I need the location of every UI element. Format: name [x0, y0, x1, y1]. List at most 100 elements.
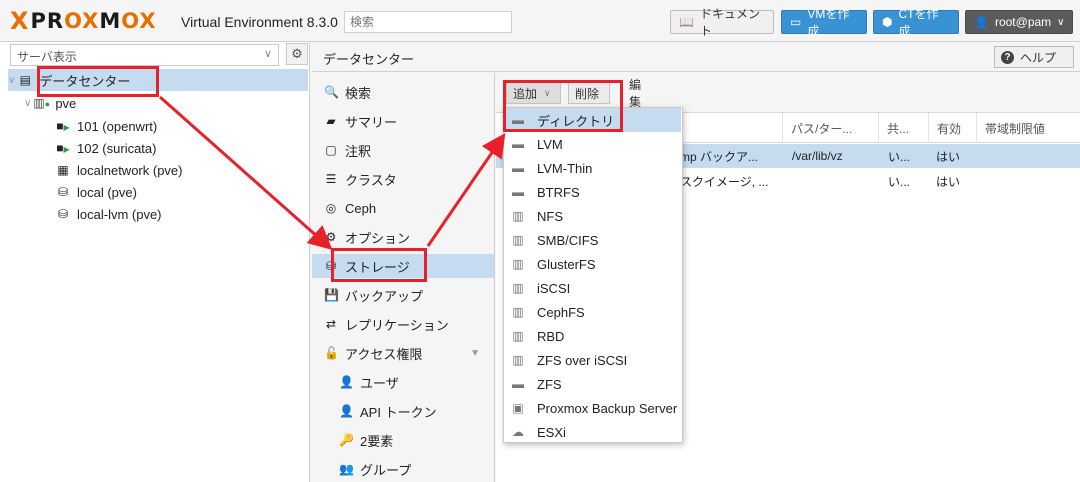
- building-icon: ▥: [512, 209, 524, 223]
- nav-ceph[interactable]: ◎ Ceph: [312, 196, 494, 220]
- unlock-icon: 🔓: [324, 346, 339, 360]
- vm-running-icon: ■▶: [56, 141, 70, 155]
- view-selector[interactable]: サーバ表示 ∨: [10, 44, 279, 66]
- nav-two-factor[interactable]: 🔑 2要素: [312, 428, 494, 452]
- nav-api-tokens[interactable]: 👤 API トークン: [312, 399, 494, 423]
- note-icon: ▢: [325, 143, 337, 157]
- retweet-icon: ⇄: [325, 317, 337, 331]
- chevron-down-icon: ∨: [544, 87, 551, 98]
- building-icon: ▥: [512, 233, 524, 247]
- user-o-icon: 👤: [339, 404, 354, 418]
- delete-button[interactable]: 削除: [568, 82, 610, 104]
- vm-running-icon: ■▶: [56, 119, 70, 133]
- menu-item-smb-cifs[interactable]: ▥ SMB/CIFS: [505, 228, 681, 252]
- book-icon: 📖: [679, 15, 694, 29]
- folder-icon: ▬: [512, 137, 524, 151]
- tree-item-vm[interactable]: ■▶ 102 (suricata): [55, 137, 156, 159]
- floppy-icon: 💾: [324, 288, 339, 302]
- column-header[interactable]: 有効: [928, 113, 976, 143]
- cloud-download-icon: ☁: [512, 425, 524, 439]
- building-icon: ▥: [512, 329, 524, 343]
- add-storage-menu: ▬ ディレクトリ ▬ LVM ▬ LVM-Thin ▬ BTRFS ▥ NFS ▥ SMB/…: [503, 107, 683, 443]
- database-icon: ⛁: [57, 185, 69, 199]
- caret-down-icon: ▼: [470, 347, 480, 359]
- menu-item-glusterfs[interactable]: ▥ GlusterFS: [505, 252, 681, 276]
- chevron-down-icon: ∨: [263, 48, 272, 60]
- nav-cluster[interactable]: ☰ クラスタ: [312, 167, 494, 191]
- server-icon: ▤: [19, 73, 31, 87]
- top-bar: X PROXMOX Virtual Environment 8.3.0 📖ドキュ…: [0, 0, 1080, 42]
- nav-users[interactable]: 👤 ユーザ: [312, 370, 494, 394]
- folder-icon: ▬: [512, 161, 524, 175]
- menu-item-zfs[interactable]: ▬ ZFS: [505, 372, 681, 396]
- ceph-icon: ◎: [325, 201, 337, 215]
- building-icon: ▥: [512, 257, 524, 271]
- server-icon: ☰: [325, 172, 337, 186]
- product-version: Virtual Environment 8.3.0: [181, 14, 338, 30]
- chevron-down-icon: ∨: [24, 97, 32, 109]
- database-icon: ⛁: [57, 207, 69, 221]
- building-icon: ▥: [512, 353, 524, 367]
- column-header[interactable]: 帯域制限値: [976, 113, 1080, 143]
- node-online-icon: ▥●: [33, 96, 51, 110]
- create-ct-button[interactable]: ⬢ CTを作成: [873, 7, 959, 38]
- user-menu-button[interactable]: 👤 root@pam ∨: [965, 10, 1073, 34]
- gear-icon: ⚙: [325, 230, 337, 244]
- nav-groups[interactable]: 👥 グループ: [312, 457, 494, 481]
- proxmox-logo: X PROXMOX: [10, 9, 157, 33]
- help-button[interactable]: ? ヘルプ: [994, 46, 1074, 68]
- page-title: データセンター: [323, 52, 415, 67]
- tree-item-network[interactable]: ▦ localnetwork (pve): [55, 159, 182, 181]
- resource-tree-panel: サーバ表示 ∨ ⚙ ∨ ▤ データセンター ∨ ▥● pve ■▶ 101 (o…: [0, 42, 310, 482]
- global-search-input[interactable]: [344, 11, 512, 33]
- menu-item-lvm-thin[interactable]: ▬ LVM-Thin: [505, 156, 681, 180]
- menu-item-iscsi[interactable]: ▥ iSCSI: [505, 276, 681, 300]
- nav-summary[interactable]: ▰ サマリー: [312, 109, 494, 133]
- gear-icon[interactable]: ⚙: [286, 43, 308, 65]
- edit-button[interactable]: 編集: [622, 78, 658, 109]
- menu-item-btrfs[interactable]: ▬ BTRFS: [505, 180, 681, 204]
- menu-item-directory[interactable]: ▬ ディレクトリ: [505, 108, 681, 132]
- nav-replication[interactable]: ⇄ レプリケーション: [312, 312, 494, 336]
- tree-item-storage[interactable]: ⛁ local (pve): [55, 181, 137, 203]
- nav-permissions[interactable]: 🔓 アクセス権限 ▼: [312, 341, 494, 365]
- menu-item-nfs[interactable]: ▥ NFS: [505, 204, 681, 228]
- search-icon: 🔍: [324, 85, 339, 99]
- menu-item-cephfs[interactable]: ▥ CephFS: [505, 300, 681, 324]
- nav-storage[interactable]: ⛁ ストレージ: [312, 254, 494, 278]
- desktop-icon: ▭: [790, 15, 802, 29]
- question-icon: ?: [1001, 50, 1014, 64]
- nav-options[interactable]: ⚙ オプション: [312, 225, 494, 249]
- tree-item-storage[interactable]: ⛁ local-lvm (pve): [55, 203, 162, 225]
- column-header[interactable]: パス/ター...: [782, 113, 878, 143]
- tree-item-vm[interactable]: ■▶ 101 (openwrt): [55, 115, 157, 137]
- create-vm-button[interactable]: ▭ VMを作成: [781, 7, 867, 38]
- documentation-button[interactable]: 📖 ドキュメント: [670, 7, 774, 38]
- tree-item-node-pve[interactable]: ∨ ▥● pve: [24, 92, 76, 114]
- tree-item-datacenter[interactable]: ∨ ▤ データセンター: [8, 69, 308, 91]
- menu-item-esxi[interactable]: ☁ ESXi: [505, 420, 681, 444]
- nav-backup[interactable]: 💾 バックアップ: [312, 283, 494, 307]
- add-button[interactable]: 追加 ∨: [506, 82, 561, 104]
- nav-notes[interactable]: ▢ 注釈: [312, 138, 494, 162]
- column-header[interactable]: 共...: [878, 113, 916, 143]
- menu-item-zfs-over-iscsi[interactable]: ▥ ZFS over iSCSI: [505, 348, 681, 372]
- menu-item-lvm[interactable]: ▬ LVM: [505, 132, 681, 156]
- logo-wordmark: PROXMOX: [30, 9, 157, 33]
- nav-search[interactable]: 🔍 検索: [312, 80, 494, 104]
- content-header: データセンター ? ヘルプ: [312, 42, 1080, 72]
- book-icon: ▰: [326, 114, 336, 128]
- user-icon: 👤: [339, 375, 354, 389]
- menu-item-rbd[interactable]: ▥ RBD: [505, 324, 681, 348]
- key-icon: 🔑: [339, 433, 354, 447]
- grid-icon: ▦: [57, 163, 69, 177]
- datacenter-nav: 🔍 検索 ▰ サマリー ▢ 注釈 ☰ クラスタ ◎ Ceph ⚙ オプション ⛁ ストレージ …: [312, 73, 495, 482]
- folder-icon: ▬: [512, 185, 524, 199]
- logo-x-mark: X: [10, 7, 29, 35]
- menu-item-pbs[interactable]: ▣ Proxmox Backup Server: [505, 396, 681, 420]
- database-icon: ⛁: [325, 259, 337, 273]
- folder-icon: ▬: [512, 377, 524, 391]
- chevron-down-icon: ∨: [1057, 16, 1065, 28]
- chevron-down-icon: ∨: [8, 74, 16, 86]
- users-icon: 👥: [339, 462, 354, 476]
